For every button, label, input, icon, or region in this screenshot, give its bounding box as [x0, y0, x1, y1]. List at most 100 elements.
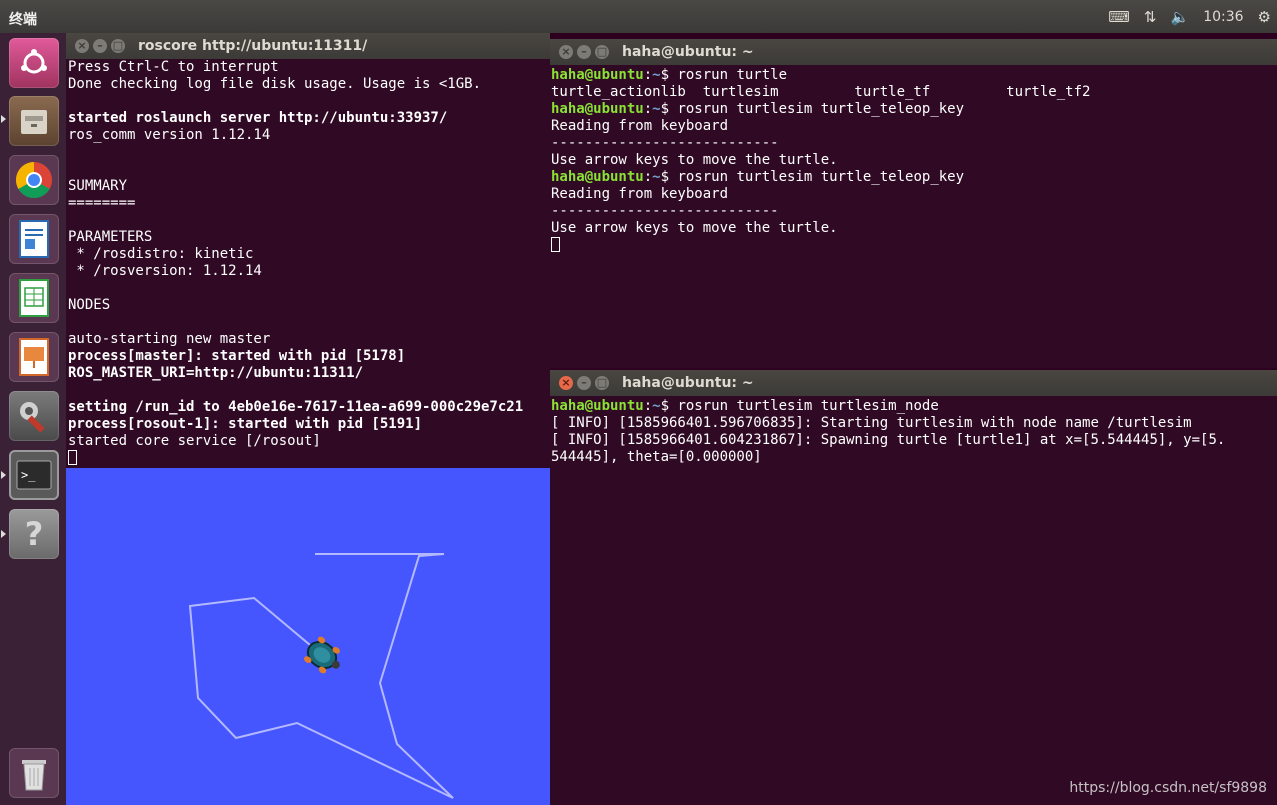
prompt-user: haha@ubuntu — [551, 398, 644, 414]
terminal-line: --------------------------- — [551, 135, 1277, 152]
prompt-sep: : — [643, 398, 653, 414]
calc-icon[interactable] — [9, 273, 59, 323]
terminal-line: ROS_MASTER_URI=http://ubuntu:11311/ — [68, 365, 550, 382]
output-text: turtle_actionlib turtlesim turtle_tf tur… — [551, 84, 1091, 100]
close-button[interactable]: × — [559, 376, 573, 390]
terminal-line: ros_comm version 1.12.14 — [68, 127, 550, 144]
terminal-line: NODES — [68, 297, 550, 314]
roscore-output: Press Ctrl-C to interrupt Done checking l… — [68, 59, 550, 467]
terminal-line — [68, 450, 550, 467]
roscore-titlebar[interactable]: × – □ roscore http://ubuntu:11311/ — [66, 33, 550, 59]
prompt-user: haha@ubuntu — [551, 169, 644, 185]
terminal-line: auto-starting new master — [68, 331, 550, 348]
output-text: --------------------------- — [551, 135, 779, 151]
terminal-line: Use arrow keys to move the turtle. — [551, 220, 1277, 237]
output-text: SUMMARY — [68, 178, 128, 194]
output-text: process[master]: started with pid [5178] — [68, 348, 406, 364]
roscore-terminal-window[interactable]: × – □ roscore http://ubuntu:11311/ Press… — [66, 33, 550, 468]
prompt-sep: : — [643, 101, 653, 117]
ubuntu-logo-icon[interactable] — [9, 38, 59, 88]
terminal-line: 544445], theta=[0.000000] — [551, 449, 1277, 466]
terminal-line: process[rosout-1]: started with pid [519… — [68, 416, 550, 433]
terminal-line — [551, 237, 1277, 254]
keyboard-icon[interactable]: ⌨ — [1108, 8, 1130, 26]
maximize-button[interactable]: □ — [595, 376, 609, 390]
maximize-button[interactable]: □ — [111, 39, 125, 53]
prompt-sep: : — [643, 169, 653, 185]
close-button[interactable]: × — [75, 39, 89, 53]
teleop-terminal-window[interactable]: × – □ haha@ubuntu: ~ haha@ubuntu:~$ rosr… — [550, 39, 1277, 368]
output-text: started roslaunch server http://ubuntu:3… — [68, 110, 448, 126]
clock[interactable]: 10:36 — [1203, 9, 1243, 25]
output-text: * /rosdistro: kinetic — [68, 246, 254, 262]
turtlesim-node-titlebar[interactable]: × – □ haha@ubuntu: ~ — [550, 370, 1277, 396]
minimize-button[interactable]: – — [577, 45, 591, 59]
impress-icon[interactable] — [9, 332, 59, 382]
trash-icon[interactable] — [9, 748, 59, 798]
watermark: https://blog.csdn.net/sf9898 — [1069, 780, 1267, 796]
terminal-line: haha@ubuntu:~$ rosrun turtle — [551, 67, 1277, 84]
volume-icon[interactable]: 🔈 — [1171, 8, 1190, 26]
text-cursor — [551, 237, 560, 252]
terminal-line: haha@ubuntu:~$ rosrun turtlesim turtlesi… — [551, 398, 1277, 415]
output-text: Use arrow keys to move the turtle. — [551, 220, 838, 236]
output-text: ======== — [68, 195, 136, 211]
turtle-icon — [304, 636, 340, 674]
terminal-line: * /rosdistro: kinetic — [68, 246, 550, 263]
minimize-button[interactable]: – — [577, 376, 591, 390]
terminal-line: [ INFO] [1585966401.596706835]: Starting… — [551, 415, 1277, 432]
output-text: process[rosout-1]: started with pid [519… — [68, 416, 423, 432]
launcher: >_ ? — [0, 33, 67, 805]
output-text: --------------------------- — [551, 203, 779, 219]
minimize-button[interactable]: – — [93, 39, 107, 53]
command-text: $ rosrun turtlesim turtlesim_node — [660, 398, 939, 414]
output-text: 544445], theta=[0.000000] — [551, 449, 762, 465]
output-text: [ INFO] [1585966401.604231867]: Spawning… — [551, 432, 1226, 448]
prompt-path: ~ — [652, 101, 661, 117]
turtlesim-node-terminal-window[interactable]: × – □ haha@ubuntu: ~ haha@ubuntu:~$ rosr… — [550, 370, 1277, 805]
maximize-button[interactable]: □ — [595, 45, 609, 59]
turtle-trail — [188, 553, 454, 799]
text-cursor — [68, 450, 77, 465]
output-text: Reading from keyboard — [551, 118, 729, 134]
prompt-user: haha@ubuntu — [551, 101, 644, 117]
terminal-icon[interactable]: >_ — [9, 450, 59, 500]
terminal-line: started core service [/rosout] — [68, 433, 550, 450]
terminal-line: Press Ctrl-C to interrupt — [68, 59, 550, 76]
prompt-path: ~ — [652, 398, 661, 414]
window-title: haha@ubuntu: ~ — [622, 44, 754, 60]
svg-text:>_: >_ — [21, 468, 36, 482]
files-icon[interactable] — [9, 96, 59, 146]
command-text: $ rosrun turtlesim turtle_teleop_key — [660, 101, 965, 117]
output-text: started core service [/rosout] — [68, 433, 321, 449]
terminal-line: * /rosversion: 1.12.14 — [68, 263, 550, 280]
output-text: Use arrow keys to move the turtle. — [551, 152, 838, 168]
terminal-line: SUMMARY — [68, 178, 550, 195]
help-icon[interactable]: ? — [9, 509, 59, 559]
chrome-icon[interactable] — [9, 155, 59, 205]
writer-icon[interactable] — [9, 214, 59, 264]
close-button[interactable]: × — [559, 45, 573, 59]
output-text: ROS_MASTER_URI=http://ubuntu:11311/ — [68, 365, 364, 381]
command-text: $ rosrun turtlesim turtle_teleop_key — [660, 169, 965, 185]
output-text: * /rosversion: 1.12.14 — [68, 263, 262, 279]
system-settings-icon[interactable] — [9, 391, 59, 441]
output-text: PARAMETERS — [68, 229, 153, 245]
turtlesim-node-output: haha@ubuntu:~$ rosrun turtlesim turtlesi… — [551, 398, 1277, 466]
output-text: Reading from keyboard — [551, 186, 729, 202]
output-text: auto-starting new master — [68, 331, 271, 347]
teleop-titlebar[interactable]: × – □ haha@ubuntu: ~ — [550, 39, 1277, 65]
prompt-path: ~ — [652, 67, 661, 83]
network-icon[interactable]: ⇅ — [1144, 8, 1157, 26]
prompt-sep: : — [643, 67, 653, 83]
gear-icon[interactable]: ⚙ — [1258, 8, 1271, 26]
terminal-line: [ INFO] [1585966401.604231867]: Spawning… — [551, 432, 1277, 449]
prompt-user: haha@ubuntu — [551, 67, 644, 83]
system-tray: ⌨ ⇅ 🔈 10:36 ⚙ — [1108, 0, 1277, 33]
